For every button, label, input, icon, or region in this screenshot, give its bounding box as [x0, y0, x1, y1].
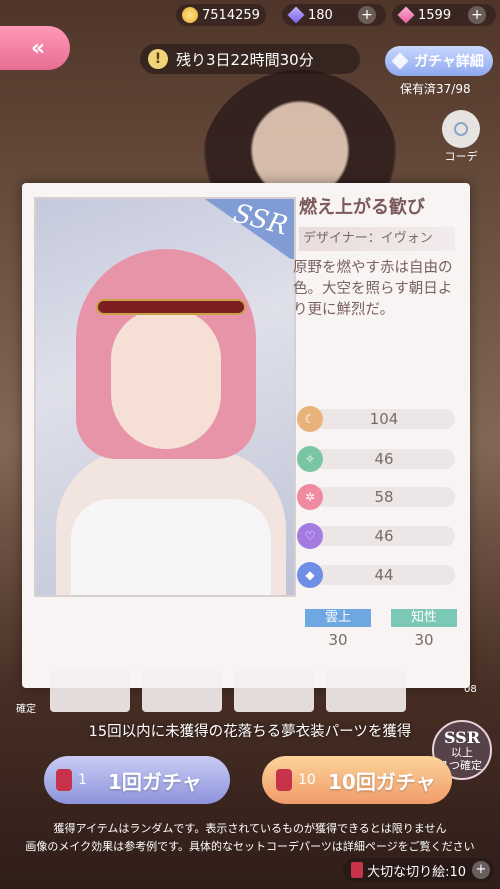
stat-row-sexy: ♡ 46: [297, 523, 455, 549]
tag-value: 30: [328, 631, 348, 649]
stat-row-sweet: ✲ 58: [297, 484, 455, 510]
reward-item[interactable]: [142, 670, 222, 712]
diamond-value: 180: [308, 7, 333, 23]
add-diamond-button[interactable]: +: [358, 6, 376, 24]
reward-item[interactable]: [50, 670, 130, 712]
ticket-icon: [351, 862, 364, 878]
designer-label: デザイナー：イヴォン: [299, 227, 455, 251]
stat-value: 46: [313, 526, 455, 546]
pull-one-label: 1回ガチャ: [108, 769, 202, 794]
cool-icon: ◆: [297, 562, 323, 588]
add-pink-diamond-button[interactable]: +: [468, 6, 486, 24]
pink-diamond-counter: 1599 +: [392, 4, 496, 26]
ticket-count: 大切な切り絵:10: [367, 864, 466, 880]
item-description: 原野を燃やす赤は自由の色。大空を照らす朝日より更に鮮烈だ。: [293, 260, 453, 318]
tag-label: 知性: [391, 609, 457, 627]
coin-value: 7514259: [202, 7, 260, 23]
fresh-icon: ✧: [297, 446, 323, 472]
top-bar: 7514259 180 + 1599 +: [0, 0, 500, 30]
exclamation-icon: !: [148, 49, 168, 69]
reward-item[interactable]: [326, 670, 406, 712]
note-line: 画像のメイク効果は参考例です。具体的なセットコーデパーツは詳細ページをご覧くださ…: [25, 840, 475, 853]
gacha-detail-button[interactable]: ガチャ詳細: [385, 46, 493, 76]
stat-value: 44: [313, 565, 455, 585]
pull-ten-label: 10回ガチャ: [328, 769, 436, 794]
item-name: 燃え上がる歓び: [299, 197, 425, 218]
ticket-icon: [276, 769, 292, 791]
stat-value: 104: [313, 409, 455, 429]
coordinate-label: コーデ: [444, 150, 478, 163]
pull-ten-cost: 10: [298, 772, 316, 788]
tag-value: 30: [414, 631, 434, 649]
ticket-counter: 大切な切り絵:10 +: [343, 858, 494, 882]
stat-row-elegant: ☾ 104: [297, 406, 455, 432]
disclaimer-notes: 獲得アイテムはランダムです。表示されているものが獲得できるとは限りません 画像の…: [0, 820, 500, 856]
guarantee-banner: 15回以内に未獲得の花落ちる夢衣装パーツを獲得: [88, 724, 412, 740]
stat-value: 46: [313, 449, 455, 469]
ssr-badge-line1: SSR: [443, 728, 481, 747]
item-card-popup[interactable]: SSR 燃え上がる歓び デザイナー：イヴォン 原野を燃やす赤は自由の色。大空を照…: [22, 183, 470, 688]
timer-text: 残り3日22時間30分: [176, 50, 314, 69]
coin-counter: 7514259: [176, 4, 266, 26]
sexy-icon: ♡: [297, 523, 323, 549]
owned-count: 保有済37/98: [400, 82, 471, 96]
item-preview-image: SSR: [34, 197, 296, 597]
event-timer: ! 残り3日22時間30分: [140, 44, 360, 74]
reward-item[interactable]: [234, 670, 314, 712]
ssr-badge-line2: 以上: [451, 746, 473, 759]
double-chevron-left-icon: «: [30, 35, 45, 61]
side-number: 08: [464, 684, 477, 695]
reward-items-row: [50, 670, 470, 712]
rarity-badge: SSR: [184, 199, 294, 259]
pink-diamond-icon: [397, 6, 415, 24]
coin-icon: [182, 7, 198, 23]
tag-label: 雲上: [305, 609, 371, 627]
add-ticket-button[interactable]: +: [472, 861, 490, 879]
pink-diamond-value: 1599: [418, 7, 452, 23]
pull-one-cost: 1: [78, 772, 87, 788]
diamond-icon: [287, 6, 305, 24]
confirm-label: 確定: [16, 704, 36, 715]
stat-row-fresh: ✧ 46: [297, 446, 455, 472]
ticket-icon: [56, 769, 72, 791]
sweet-icon: ✲: [297, 484, 323, 510]
diamond-shape-icon: [391, 52, 409, 70]
coordinate-button[interactable]: コーデ: [438, 110, 484, 163]
note-line: 獲得アイテムはランダムです。表示されているものが獲得できるとは限りません: [53, 822, 447, 835]
stat-row-cool: ◆ 44: [297, 562, 455, 588]
stat-value: 58: [313, 487, 455, 507]
rarity-label: SSR: [230, 198, 291, 242]
elegant-icon: ☾: [297, 406, 323, 432]
pull-one-button[interactable]: 1 1回ガチャ: [44, 756, 230, 804]
pull-ten-button[interactable]: 10 10回ガチャ: [262, 756, 452, 804]
magnifier-icon: [442, 110, 480, 148]
back-button[interactable]: «: [0, 26, 70, 70]
diamond-counter: 180 +: [282, 4, 386, 26]
gacha-detail-label: ガチャ詳細: [414, 54, 484, 70]
